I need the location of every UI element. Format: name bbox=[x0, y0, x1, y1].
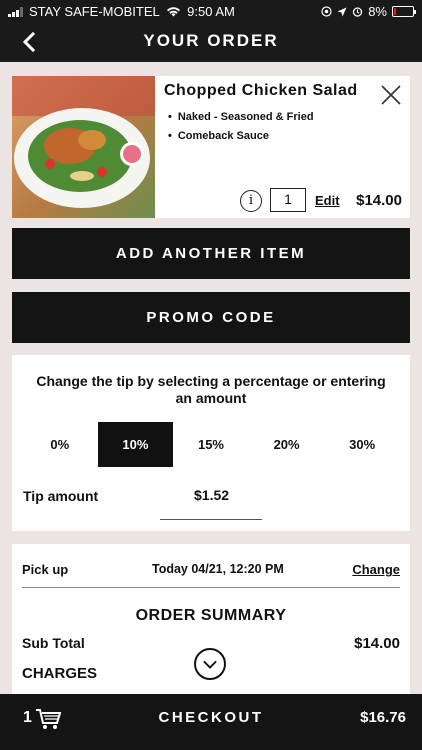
tip-option-10[interactable]: 10% bbox=[97, 422, 174, 467]
pickup-label: Pick up bbox=[22, 562, 69, 577]
location-icon bbox=[321, 6, 332, 17]
page-title: YOUR ORDER bbox=[143, 31, 279, 50]
tip-option-20[interactable]: 20% bbox=[249, 422, 325, 467]
order-summary-card: Pick up Today 04/21, 12:20 PM Change ORD… bbox=[12, 544, 410, 704]
status-right: 8% bbox=[321, 4, 416, 19]
tip-prompt: Change the tip by selecting a percentage… bbox=[36, 373, 386, 406]
tip-option-30[interactable]: 30% bbox=[324, 422, 400, 467]
chevron-down-icon[interactable] bbox=[194, 648, 226, 680]
tip-card: Change the tip by selecting a percentage… bbox=[12, 355, 410, 531]
change-pickup-link[interactable]: Change bbox=[352, 562, 400, 577]
tip-amount-input[interactable]: $1.52 bbox=[160, 485, 262, 520]
tip-option-15[interactable]: 15% bbox=[173, 422, 249, 467]
status-bar: STAY SAFE-MOBITEL 9:50 AM 8% bbox=[0, 0, 422, 22]
navigation-icon bbox=[337, 7, 347, 16]
alarm-icon bbox=[353, 7, 363, 17]
battery-percent: 8% bbox=[368, 4, 387, 19]
header: YOUR ORDER bbox=[0, 22, 422, 62]
order-item-card: Chopped Chicken Salad Naked - Seasoned &… bbox=[12, 76, 410, 218]
charges-label: CHARGES bbox=[22, 665, 98, 682]
tip-amount-label: Tip amount bbox=[23, 488, 99, 504]
info-icon[interactable]: i bbox=[240, 190, 262, 212]
modifier-item: Naked - Seasoned & Fried bbox=[168, 108, 314, 127]
checkout-label: CHECKOUT bbox=[158, 709, 264, 726]
tip-options: 0% 10% 15% 20% 30% bbox=[22, 422, 400, 467]
item-name: Chopped Chicken Salad bbox=[164, 82, 358, 99]
pickup-time: Today 04/21, 12:20 PM bbox=[152, 562, 284, 576]
battery-icon bbox=[392, 6, 416, 17]
tip-option-0[interactable]: 0% bbox=[22, 422, 98, 467]
quantity-field[interactable]: 1 bbox=[270, 188, 306, 212]
subtotal-label: Sub Total bbox=[22, 635, 85, 651]
item-price: $14.00 bbox=[356, 192, 402, 209]
item-photo bbox=[12, 76, 155, 218]
add-another-item-button[interactable]: ADD ANOTHER ITEM bbox=[12, 228, 410, 279]
promo-code-button[interactable]: PROMO CODE bbox=[12, 292, 410, 343]
checkout-button[interactable]: 1 CHECKOUT $16.76 bbox=[0, 694, 422, 750]
divider bbox=[22, 587, 400, 588]
item-modifiers: Naked - Seasoned & Fried Comeback Sauce bbox=[168, 108, 314, 146]
order-summary-title: ORDER SUMMARY bbox=[135, 607, 287, 624]
edit-item-link[interactable]: Edit bbox=[315, 193, 340, 208]
subtotal-value: $14.00 bbox=[354, 635, 400, 652]
close-icon[interactable] bbox=[380, 84, 402, 106]
modifier-item: Comeback Sauce bbox=[168, 127, 314, 146]
checkout-total: $16.76 bbox=[360, 709, 406, 726]
